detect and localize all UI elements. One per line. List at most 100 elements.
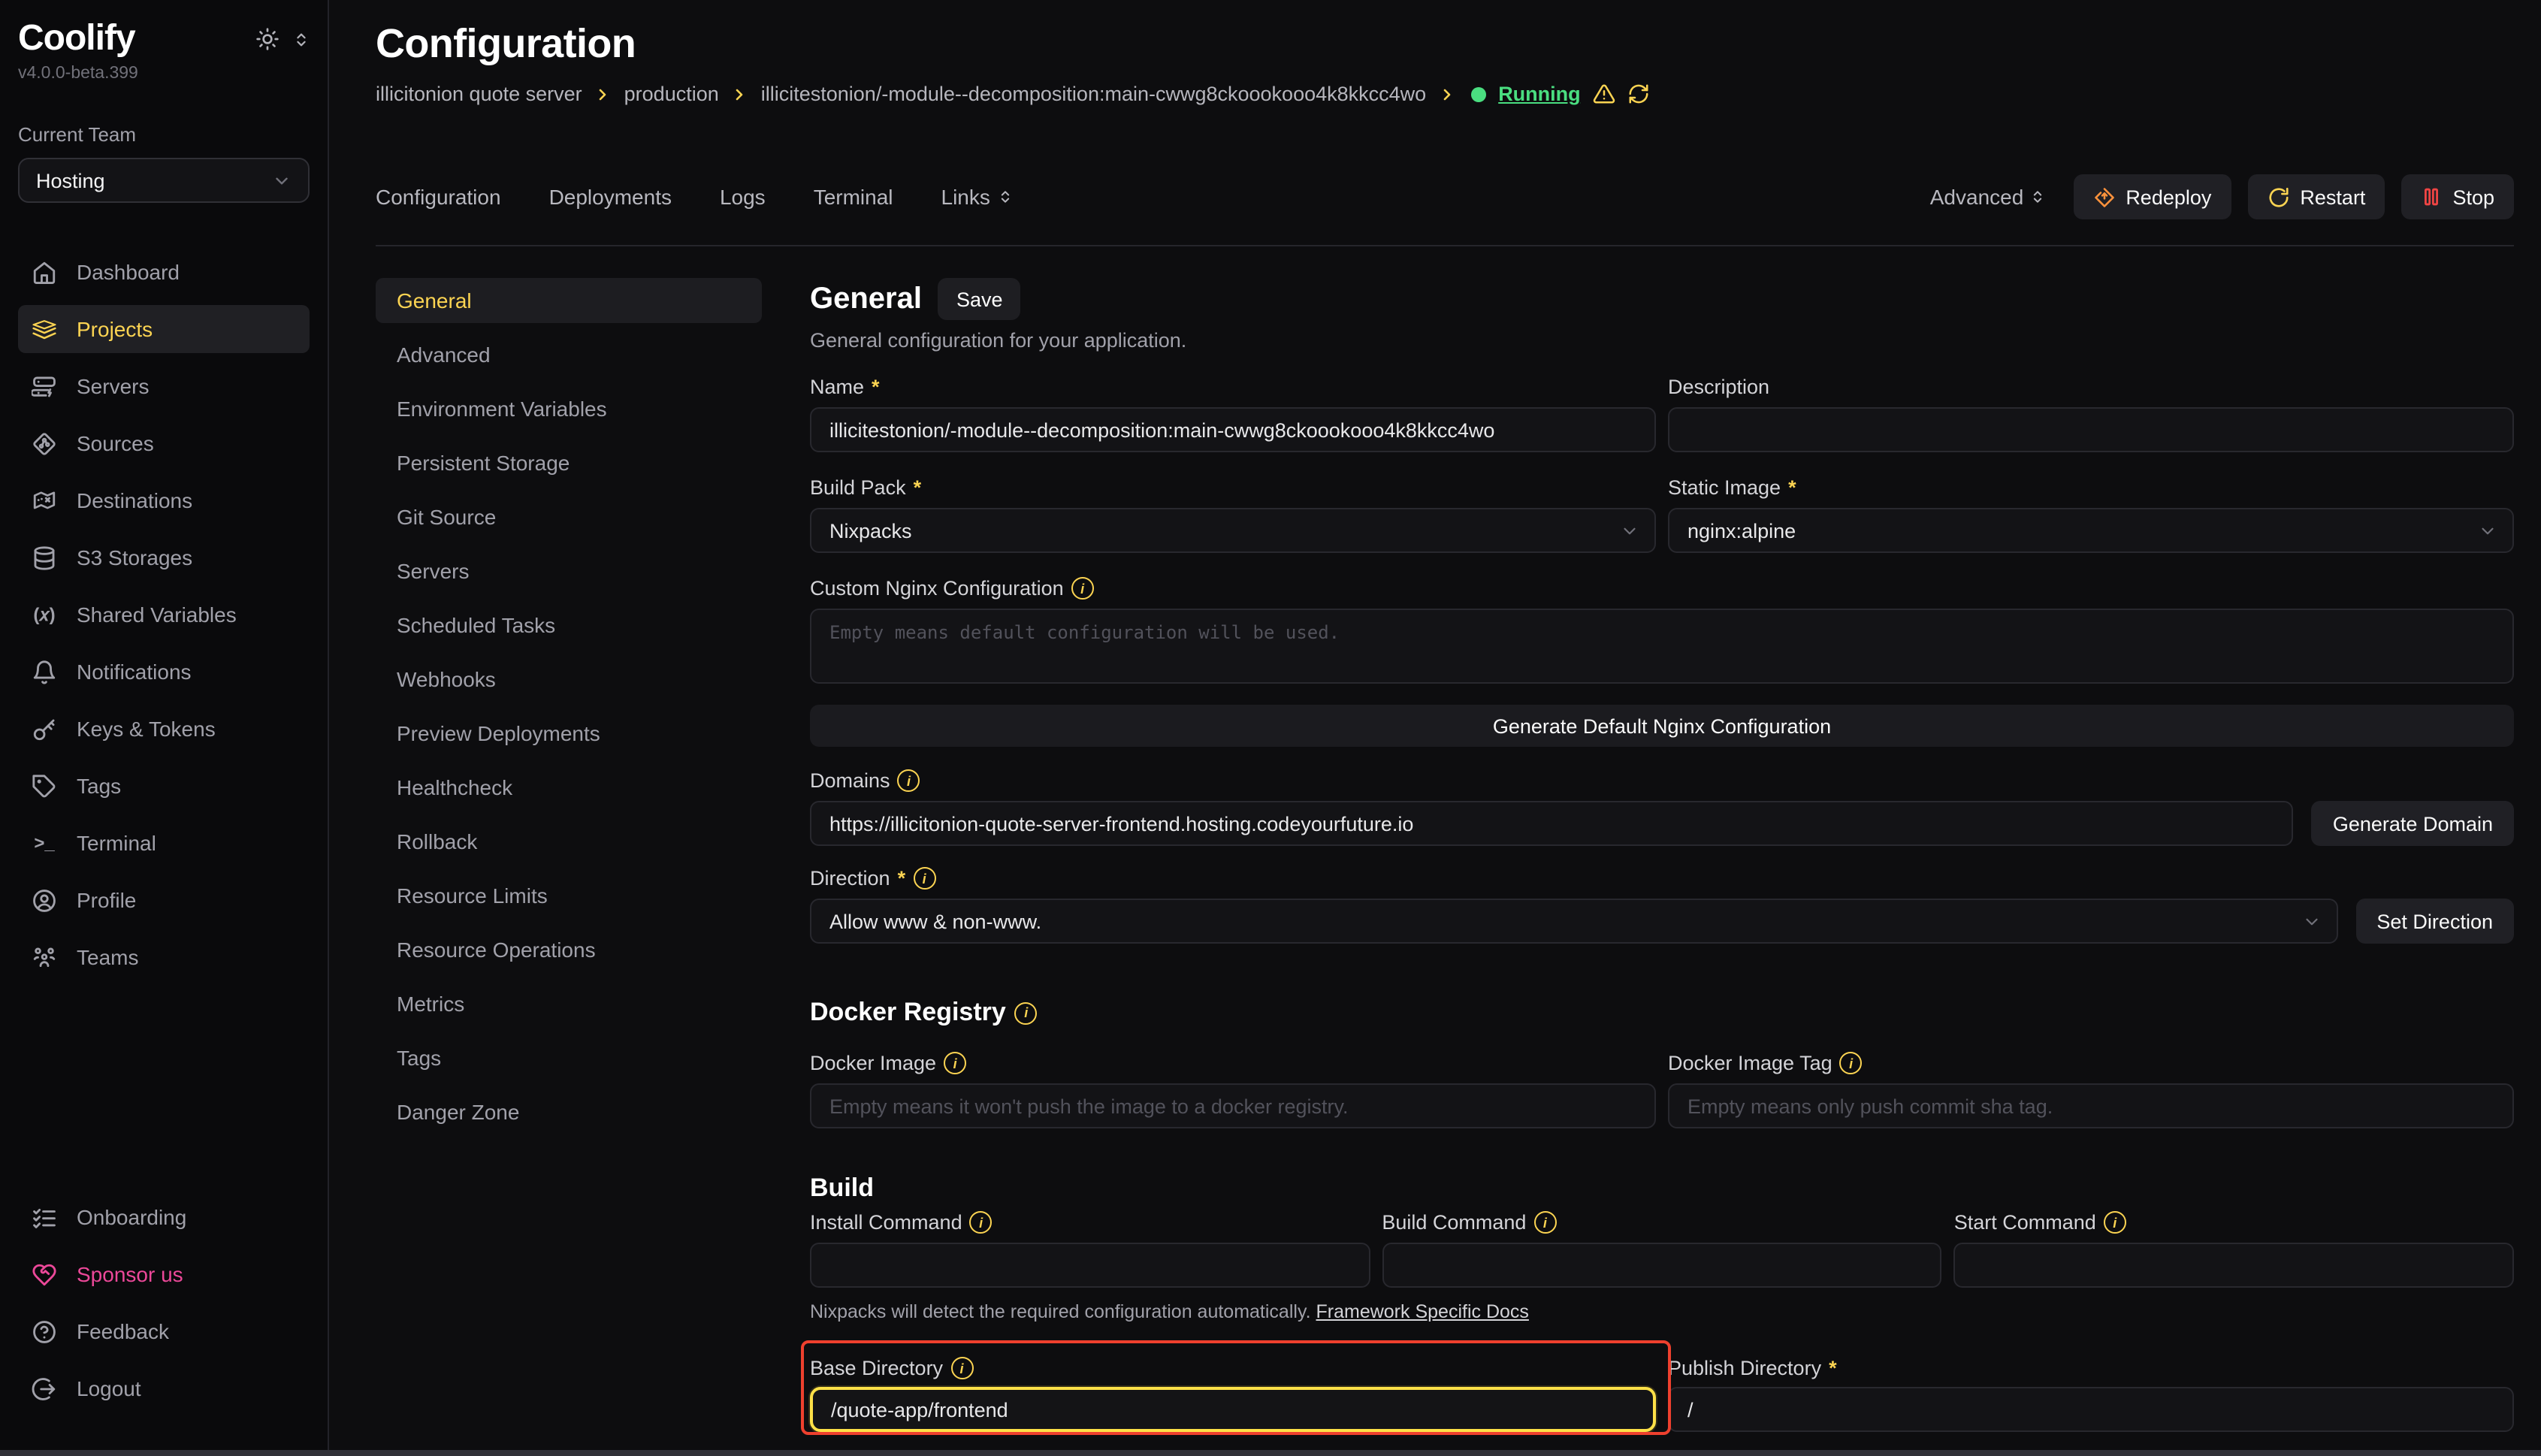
docker-image-tag-input[interactable] [1668,1083,2514,1128]
breadcrumb-application[interactable]: illicitestonion/-module--decomposition:m… [761,83,1426,105]
generate-domain-button[interactable]: Generate Domain [2312,801,2514,846]
tab-logs[interactable]: Logs [720,185,766,209]
sidebar-item-sources[interactable]: Sources [18,419,310,467]
base-directory-input[interactable] [810,1387,1656,1432]
static-image-select[interactable]: nginx:alpine [1668,508,2514,553]
subnav-persistent-storage[interactable]: Persistent Storage [376,440,762,485]
info-icon[interactable]: i [898,769,920,792]
sidebar-item-notifications[interactable]: Notifications [18,648,310,696]
app-logo[interactable]: Coolify [18,18,135,60]
info-icon[interactable]: i [1015,1001,1038,1024]
subnav-resource-operations[interactable]: Resource Operations [376,927,762,972]
tag-icon [32,773,57,799]
start-command-input[interactable] [1954,1243,2514,1288]
build-command-input[interactable] [1382,1243,1941,1288]
section-subtitle: General configuration for your applicati… [810,329,2514,352]
tab-links[interactable]: Links [941,185,1013,209]
tab-terminal[interactable]: Terminal [814,185,893,209]
base-directory-field: Base Directoryi [810,1357,1656,1432]
sidebar-item-shared-variables[interactable]: (𝑥) Shared Variables [18,591,310,639]
framework-docs-link[interactable]: Framework Specific Docs [1316,1301,1529,1322]
description-input[interactable] [1668,407,2514,452]
install-command-label: Install Commandi [810,1211,1370,1234]
name-label: Name* [810,376,1656,398]
nginx-config-label: Custom Nginx Configurationi [810,577,2514,600]
install-command-input[interactable] [810,1243,1370,1288]
info-icon[interactable]: i [2104,1211,2126,1234]
toolbar-actions: Advanced Redeploy Restart Stop [1930,174,2514,219]
domains-label: Domainsi [810,769,2514,792]
warning-icon[interactable] [1593,83,1615,105]
advanced-dropdown[interactable]: Advanced [1930,185,2045,209]
sidebar-item-destinations[interactable]: Destinations [18,476,310,524]
build-pack-select[interactable]: Nixpacks [810,508,1656,553]
refresh-icon[interactable] [1627,83,1650,105]
stop-button[interactable]: Stop [2401,174,2514,219]
sidebar-footer: Onboarding Sponsor us Feedback Logout [18,1193,310,1421]
subnav-advanced[interactable]: Advanced [376,332,762,377]
info-icon[interactable]: i [970,1211,993,1234]
subnav-rollback[interactable]: Rollback [376,819,762,864]
subnav-danger-zone[interactable]: Danger Zone [376,1089,762,1134]
theme-sun-icon[interactable] [255,27,279,51]
sidebar-item-onboarding[interactable]: Onboarding [18,1193,310,1241]
sidebar-item-profile[interactable]: Profile [18,876,310,924]
sidebar-item-feedback[interactable]: Feedback [18,1307,310,1355]
subnav-preview-deployments[interactable]: Preview Deployments [376,711,762,756]
subnav-metrics[interactable]: Metrics [376,981,762,1026]
stop-pause-icon [2421,186,2442,207]
sidebar-item-tags[interactable]: Tags [18,762,310,810]
redeploy-button[interactable]: Redeploy [2073,174,2231,219]
info-icon[interactable]: i [950,1357,973,1379]
sidebar-item-projects[interactable]: Projects [18,305,310,353]
sidebar-item-servers[interactable]: Servers [18,362,310,410]
direction-select[interactable]: Allow www & non-www. [810,899,2337,944]
publish-directory-input[interactable] [1668,1387,2514,1432]
sidebar-item-terminal[interactable]: >_ Terminal [18,819,310,867]
chevrons-up-down-icon [998,189,1013,204]
subnav-healthcheck[interactable]: Healthcheck [376,765,762,810]
set-direction-button[interactable]: Set Direction [2355,899,2514,944]
subnav-servers[interactable]: Servers [376,548,762,594]
subnav-tags[interactable]: Tags [376,1035,762,1080]
name-input[interactable] [810,407,1656,452]
sidebar-item-dashboard[interactable]: Dashboard [18,248,310,296]
subnav-resource-limits[interactable]: Resource Limits [376,873,762,918]
docker-registry-heading: Docker Registryi [810,998,2514,1028]
sidebar-item-s3-storages[interactable]: S3 Storages [18,533,310,581]
info-icon[interactable]: i [913,867,935,890]
info-icon[interactable]: i [1840,1052,1863,1074]
generate-nginx-button[interactable]: Generate Default Nginx Configuration [810,705,2514,747]
sidebar-item-sponsor[interactable]: Sponsor us [18,1250,310,1298]
info-icon[interactable]: i [1071,577,1094,600]
breadcrumb-environment[interactable]: production [624,83,719,105]
subnav-environment-variables[interactable]: Environment Variables [376,386,762,431]
status-badge[interactable]: Running [1498,83,1580,105]
tab-deployments[interactable]: Deployments [549,185,672,209]
chevron-right-icon [1438,85,1456,103]
map-icon [32,488,57,513]
sidebar-item-teams[interactable]: Teams [18,933,310,981]
sidebar-item-keys-tokens[interactable]: Keys & Tokens [18,705,310,753]
build-command-label: Build Commandi [1382,1211,1941,1234]
chevrons-up-down-icon[interactable] [293,31,310,47]
save-button[interactable]: Save [938,278,1021,320]
subnav-git-source[interactable]: Git Source [376,494,762,539]
sidebar-item-logout[interactable]: Logout [18,1364,310,1412]
domains-input[interactable] [810,801,2294,846]
horizontal-scrollbar[interactable] [0,1450,2541,1456]
restart-button[interactable]: Restart [2247,174,2385,219]
subnav-webhooks[interactable]: Webhooks [376,657,762,702]
team-select[interactable]: Hosting [18,158,310,203]
tab-configuration[interactable]: Configuration [376,185,501,209]
description-label: Description [1668,376,2514,398]
chevron-right-icon [594,85,612,103]
info-icon[interactable]: i [1533,1211,1556,1234]
nginx-config-textarea[interactable] [810,609,2514,684]
subnav-scheduled-tasks[interactable]: Scheduled Tasks [376,603,762,648]
breadcrumb-project[interactable]: illicitonion quote server [376,83,582,105]
subnav-general[interactable]: General [376,278,762,323]
sidebar-nav: Dashboard Projects Servers Sources Desti… [18,248,310,981]
info-icon[interactable]: i [944,1052,966,1074]
docker-image-input[interactable] [810,1083,1656,1128]
